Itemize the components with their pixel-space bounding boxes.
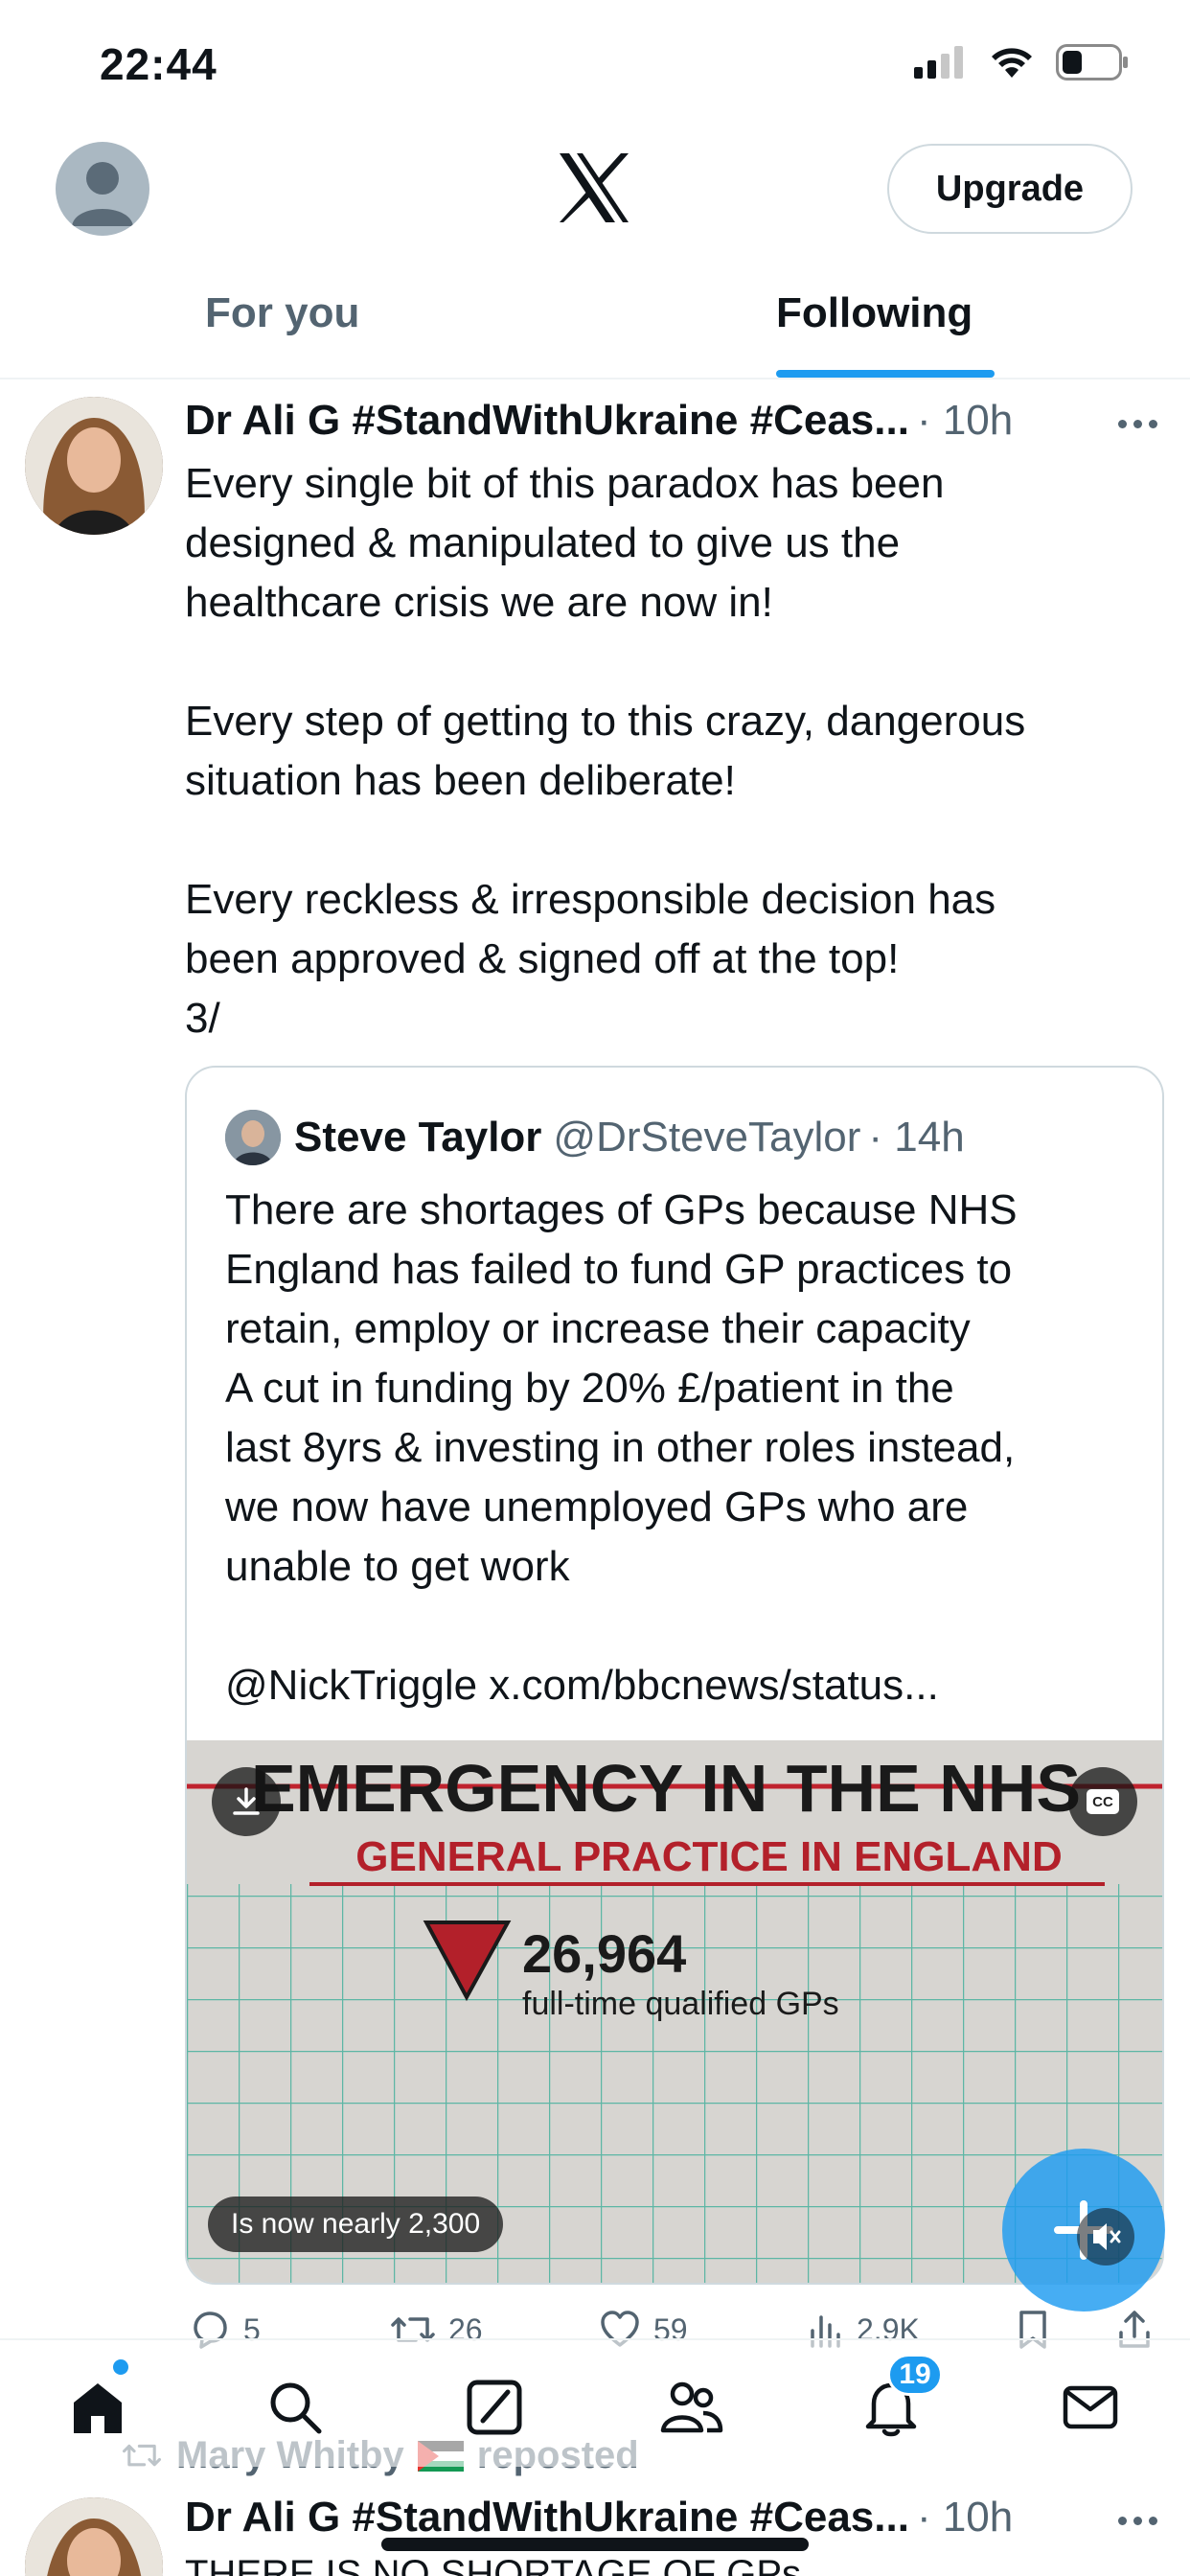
home-indicator	[381, 2538, 809, 2551]
battery-icon	[1056, 44, 1128, 80]
status-icons	[914, 44, 1131, 80]
author-photo	[25, 397, 163, 535]
bottom-nav: 19	[0, 2338, 1190, 2467]
download-icon[interactable]	[212, 1767, 281, 1836]
quoted-post-header: Steve Taylor @DrSteveTaylor · 14h	[225, 1110, 965, 1165]
wifi-icon	[992, 48, 1032, 78]
timeline-tabs: For you Following	[0, 268, 1190, 380]
nav-notifications[interactable]: 19	[853, 2354, 943, 2446]
post-text: Every single bit of this paradox has bee…	[185, 460, 1026, 1042]
video-stat-value: 26,964	[522, 1923, 686, 1984]
active-tab-indicator	[776, 370, 995, 378]
x-logo-icon[interactable]	[554, 148, 634, 228]
quoted-author-avatar[interactable]	[225, 1110, 281, 1165]
next-post-time[interactable]: · 10h	[917, 2494, 1013, 2542]
messages-icon	[1063, 2385, 1118, 2429]
more-options-icon[interactable]	[1118, 420, 1157, 428]
tab-following[interactable]: Following	[776, 289, 973, 337]
quoted-author-handle[interactable]: @DrSteveTaylor	[553, 1114, 860, 1162]
nav-home[interactable]	[59, 2359, 136, 2446]
author-avatar[interactable]	[25, 397, 163, 535]
quoted-post[interactable]: Steve Taylor @DrSteveTaylor · 14h There …	[185, 1066, 1164, 2285]
notifications-badge: 19	[887, 2354, 943, 2396]
plus-mute-icon	[1054, 2200, 1134, 2266]
default-avatar-icon	[72, 162, 133, 226]
nav-search[interactable]	[257, 2369, 333, 2446]
top-header: Upgrade	[0, 134, 1190, 249]
signal-icon	[914, 46, 963, 79]
captions-button[interactable]: CC	[1068, 1767, 1137, 1836]
captions-icon: CC	[1087, 1789, 1119, 1814]
author-name[interactable]: Dr Ali G #StandWithUkraine #Ceas...	[185, 397, 909, 445]
quoted-post-time[interactable]: · 14h	[868, 1114, 964, 1162]
communities-icon	[660, 2381, 723, 2433]
upgrade-button[interactable]: Upgrade	[887, 144, 1133, 234]
home-icon	[74, 2383, 122, 2433]
nav-messages[interactable]	[1052, 2369, 1129, 2446]
next-post-header: Dr Ali G #StandWithUkraine #Ceas... · 10…	[185, 2494, 1162, 2542]
next-post-more-icon[interactable]	[1118, 2517, 1157, 2525]
status-time: 22:44	[100, 39, 217, 89]
status-bar: 22:44	[0, 0, 1190, 134]
quoted-post-text: There are shortages of GPs because NHS E…	[225, 1186, 1018, 1709]
next-post-text: THERE IS NO SHORTAGE OF GPs	[185, 2553, 802, 2576]
tab-for-you[interactable]: For you	[205, 289, 359, 337]
compose-button[interactable]	[1002, 2149, 1165, 2312]
post-header: Dr Ali G #StandWithUkraine #Ceas... · 10…	[185, 397, 1162, 445]
profile-avatar[interactable]	[56, 142, 149, 236]
post-time[interactable]: · 10h	[917, 397, 1013, 445]
next-post-author-name[interactable]: Dr Ali G #StandWithUkraine #Ceas...	[185, 2494, 909, 2542]
home-unread-dot	[113, 2359, 128, 2375]
video-headline: EMERGENCY IN THE NHS	[251, 1751, 1081, 1826]
nav-communities[interactable]	[653, 2369, 730, 2446]
video-caption: Is now nearly 2,300	[208, 2196, 504, 2252]
next-post-avatar[interactable]	[25, 2497, 163, 2576]
search-icon	[270, 2382, 322, 2434]
grok-icon	[467, 2380, 522, 2435]
nav-grok[interactable]	[456, 2369, 533, 2446]
video-stat-label: full-time qualified GPs	[522, 1986, 839, 2022]
quoted-author-name[interactable]: Steve Taylor	[294, 1114, 541, 1162]
video-subheadline: GENERAL PRACTICE IN ENGLAND	[355, 1833, 1062, 1880]
